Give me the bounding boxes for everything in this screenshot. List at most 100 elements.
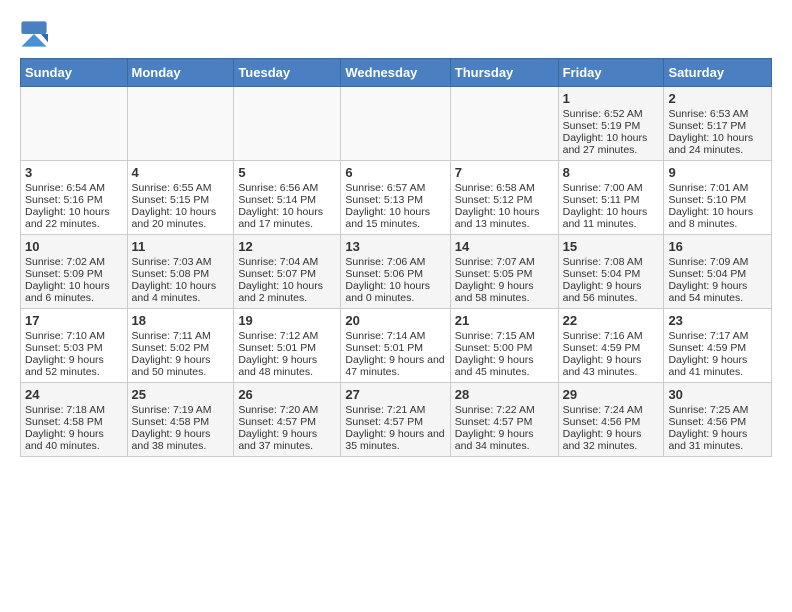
- day-number: 3: [25, 165, 123, 180]
- calendar-cell: [127, 87, 234, 161]
- calendar-cell: 30Sunrise: 7:25 AM Sunset: 4:56 PM Dayli…: [664, 383, 772, 457]
- weekday-header-monday: Monday: [127, 59, 234, 87]
- calendar-week-5: 24 Sunrise: 7:18 AM Sunset: 4:58 PM Dayli…: [21, 383, 772, 457]
- day-info: Sunrise: 7:17 AM Sunset: 4:59 PM Dayligh…: [668, 330, 767, 378]
- day-number: 23: [668, 313, 767, 328]
- calendar-cell: 7 Sunrise: 6:58 AM Sunset: 5:12 PM Daylig…: [450, 161, 558, 235]
- calendar-week-1: 1 Sunrise: 6:52 AM Sunset: 5:19 PM Daylig…: [21, 87, 772, 161]
- day-number: 2: [668, 91, 767, 106]
- day-number: 1: [563, 91, 660, 106]
- calendar-cell: 9 Sunrise: 7:01 AM Sunset: 5:10 PM Daylig…: [664, 161, 772, 235]
- calendar-cell: [450, 87, 558, 161]
- day-info: Sunrise: 7:16 AM Sunset: 4:59 PM Dayligh…: [563, 330, 660, 378]
- calendar-cell: 18 Sunrise: 7:11 AM Sunset: 5:02 PM Dayli…: [127, 309, 234, 383]
- day-info: Sunrise: 7:18 AM Sunset: 4:58 PM Dayligh…: [25, 404, 123, 452]
- calendar-cell: 19Sunrise: 7:12 AM Sunset: 5:01 PM Dayli…: [234, 309, 341, 383]
- day-number: 13: [345, 239, 445, 254]
- calendar-cell: 26 Sunrise: 7:20 AM Sunset: 4:57 PM Dayli…: [234, 383, 341, 457]
- day-info: Sunrise: 7:04 AM Sunset: 5:07 PM Dayligh…: [238, 256, 336, 304]
- calendar-header-row: SundayMondayTuesdayWednesdayThursdayFrid…: [21, 59, 772, 87]
- day-number: 21: [455, 313, 554, 328]
- day-number: 18: [132, 313, 230, 328]
- day-number: 16: [668, 239, 767, 254]
- calendar-table: SundayMondayTuesdayWednesdayThursdayFrid…: [20, 58, 772, 457]
- logo: [20, 20, 52, 48]
- calendar-cell: 14 Sunrise: 7:07 AM Sunset: 5:05 PM Dayli…: [450, 235, 558, 309]
- calendar-cell: 11 Sunrise: 7:03 AM Sunset: 5:08 PM Dayli…: [127, 235, 234, 309]
- calendar-cell: 23 Sunrise: 7:17 AM Sunset: 4:59 PM Dayli…: [664, 309, 772, 383]
- day-info: Sunrise: 6:52 AM Sunset: 5:19 PM Dayligh…: [563, 108, 660, 156]
- weekday-header-friday: Friday: [558, 59, 664, 87]
- day-info: Sunrise: 7:10 AM Sunset: 5:03 PM Dayligh…: [25, 330, 123, 378]
- weekday-header-tuesday: Tuesday: [234, 59, 341, 87]
- day-number: 19: [238, 313, 336, 328]
- day-info: Sunrise: 7:02 AM Sunset: 5:09 PM Dayligh…: [25, 256, 123, 304]
- day-number: 8: [563, 165, 660, 180]
- day-number: 7: [455, 165, 554, 180]
- calendar-cell: 12Sunrise: 7:04 AM Sunset: 5:07 PM Dayli…: [234, 235, 341, 309]
- day-number: 5: [238, 165, 336, 180]
- day-info: Sunrise: 7:00 AM Sunset: 5:11 PM Dayligh…: [563, 182, 660, 230]
- calendar-cell: 29 Sunrise: 7:24 AM Sunset: 4:56 PM Dayli…: [558, 383, 664, 457]
- day-info: Sunrise: 6:57 AM Sunset: 5:13 PM Dayligh…: [345, 182, 445, 230]
- day-number: 20: [345, 313, 445, 328]
- calendar-cell: 15 Sunrise: 7:08 AM Sunset: 5:04 PM Dayli…: [558, 235, 664, 309]
- day-info: Sunrise: 6:54 AM Sunset: 5:16 PM Dayligh…: [25, 182, 123, 230]
- calendar-cell: 21 Sunrise: 7:15 AM Sunset: 5:00 PM Dayli…: [450, 309, 558, 383]
- day-info: Sunrise: 6:56 AM Sunset: 5:14 PM Dayligh…: [238, 182, 336, 230]
- calendar-cell: [234, 87, 341, 161]
- day-number: 11: [132, 239, 230, 254]
- day-number: 26: [238, 387, 336, 402]
- day-info: Sunrise: 7:01 AM Sunset: 5:10 PM Dayligh…: [668, 182, 767, 230]
- day-number: 6: [345, 165, 445, 180]
- calendar-cell: 13 Sunrise: 7:06 AM Sunset: 5:06 PM Dayli…: [341, 235, 450, 309]
- calendar-week-2: 3 Sunrise: 6:54 AM Sunset: 5:16 PM Daylig…: [21, 161, 772, 235]
- calendar-week-3: 10 Sunrise: 7:02 AM Sunset: 5:09 PM Dayli…: [21, 235, 772, 309]
- day-number: 9: [668, 165, 767, 180]
- day-number: 4: [132, 165, 230, 180]
- calendar-cell: 6 Sunrise: 6:57 AM Sunset: 5:13 PM Daylig…: [341, 161, 450, 235]
- day-info: Sunrise: 7:20 AM Sunset: 4:57 PM Dayligh…: [238, 404, 336, 452]
- calendar-cell: 5 Sunrise: 6:56 AM Sunset: 5:14 PM Daylig…: [234, 161, 341, 235]
- logo-icon: [20, 20, 48, 48]
- calendar-cell: 1 Sunrise: 6:52 AM Sunset: 5:19 PM Daylig…: [558, 87, 664, 161]
- day-number: 17: [25, 313, 123, 328]
- day-info: Sunrise: 7:03 AM Sunset: 5:08 PM Dayligh…: [132, 256, 230, 304]
- day-info: Sunrise: 7:07 AM Sunset: 5:05 PM Dayligh…: [455, 256, 554, 304]
- calendar-cell: [341, 87, 450, 161]
- day-number: 25: [132, 387, 230, 402]
- day-number: 24: [25, 387, 123, 402]
- day-info: Sunrise: 7:21 AM Sunset: 4:57 PM Dayligh…: [345, 404, 445, 452]
- day-info: Sunrise: 7:09 AM Sunset: 5:04 PM Dayligh…: [668, 256, 767, 304]
- day-number: 29: [563, 387, 660, 402]
- day-info: Sunrise: 6:58 AM Sunset: 5:12 PM Dayligh…: [455, 182, 554, 230]
- calendar-cell: 2 Sunrise: 6:53 AM Sunset: 5:17 PM Daylig…: [664, 87, 772, 161]
- weekday-header-saturday: Saturday: [664, 59, 772, 87]
- calendar-cell: 3 Sunrise: 6:54 AM Sunset: 5:16 PM Daylig…: [21, 161, 128, 235]
- day-info: Sunrise: 6:53 AM Sunset: 5:17 PM Dayligh…: [668, 108, 767, 156]
- day-number: 27: [345, 387, 445, 402]
- calendar-cell: 10 Sunrise: 7:02 AM Sunset: 5:09 PM Dayli…: [21, 235, 128, 309]
- day-info: Sunrise: 7:11 AM Sunset: 5:02 PM Dayligh…: [132, 330, 230, 378]
- day-info: Sunrise: 7:15 AM Sunset: 5:00 PM Dayligh…: [455, 330, 554, 378]
- day-info: Sunrise: 7:22 AM Sunset: 4:57 PM Dayligh…: [455, 404, 554, 452]
- page-header: [20, 20, 772, 48]
- calendar-cell: 27 Sunrise: 7:21 AM Sunset: 4:57 PM Dayli…: [341, 383, 450, 457]
- day-number: 22: [563, 313, 660, 328]
- day-number: 14: [455, 239, 554, 254]
- calendar-body: 1 Sunrise: 6:52 AM Sunset: 5:19 PM Daylig…: [21, 87, 772, 457]
- day-info: Sunrise: 7:19 AM Sunset: 4:58 PM Dayligh…: [132, 404, 230, 452]
- day-info: Sunrise: 6:55 AM Sunset: 5:15 PM Dayligh…: [132, 182, 230, 230]
- day-number: 15: [563, 239, 660, 254]
- calendar-cell: 4 Sunrise: 6:55 AM Sunset: 5:15 PM Daylig…: [127, 161, 234, 235]
- day-info: Sunrise: 7:08 AM Sunset: 5:04 PM Dayligh…: [563, 256, 660, 304]
- day-info: Sunrise: 7:24 AM Sunset: 4:56 PM Dayligh…: [563, 404, 660, 452]
- calendar-cell: 22 Sunrise: 7:16 AM Sunset: 4:59 PM Dayli…: [558, 309, 664, 383]
- day-number: 10: [25, 239, 123, 254]
- calendar-cell: 25 Sunrise: 7:19 AM Sunset: 4:58 PM Dayli…: [127, 383, 234, 457]
- day-info: Sunrise: 7:06 AM Sunset: 5:06 PM Dayligh…: [345, 256, 445, 304]
- calendar-cell: 24 Sunrise: 7:18 AM Sunset: 4:58 PM Dayli…: [21, 383, 128, 457]
- calendar-cell: 20 Sunrise: 7:14 AM Sunset: 5:01 PM Dayli…: [341, 309, 450, 383]
- day-info: Sunrise: 7:14 AM Sunset: 5:01 PM Dayligh…: [345, 330, 445, 378]
- calendar-cell: 28Sunrise: 7:22 AM Sunset: 4:57 PM Dayli…: [450, 383, 558, 457]
